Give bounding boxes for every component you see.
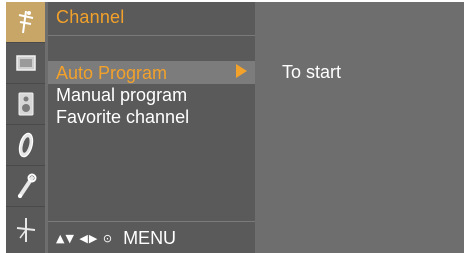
nav-arrows-icon: ▲▼ ◀▶ ⊙ — [56, 231, 114, 245]
menu-item-favorite-channel[interactable]: Favorite channel — [56, 106, 189, 128]
tools-icon[interactable] — [6, 166, 45, 207]
input-icon[interactable] — [6, 207, 45, 253]
footer-divider — [48, 221, 255, 222]
category-rail — [6, 2, 45, 253]
picture-icon[interactable] — [6, 43, 45, 84]
title-divider — [48, 35, 255, 36]
channel-menu-panel: Channel Auto Program Manual program Favo… — [48, 2, 255, 253]
submenu-arrow-icon — [236, 64, 247, 78]
navigation-hint: ▲▼ ◀▶ ⊙ MENU — [56, 228, 176, 248]
osd-screen: Channel Auto Program Manual program Favo… — [6, 2, 464, 253]
menu-item-auto-program[interactable]: Auto Program — [56, 62, 167, 84]
menu-hint-label: MENU — [123, 227, 177, 248]
speaker-icon[interactable] — [6, 84, 45, 125]
menu-item-manual-program[interactable]: Manual program — [56, 84, 187, 106]
antenna-icon[interactable] — [6, 2, 45, 43]
clock-icon[interactable] — [6, 125, 45, 166]
info-text: To start — [282, 62, 342, 82]
menu-title: Channel — [56, 7, 125, 27]
